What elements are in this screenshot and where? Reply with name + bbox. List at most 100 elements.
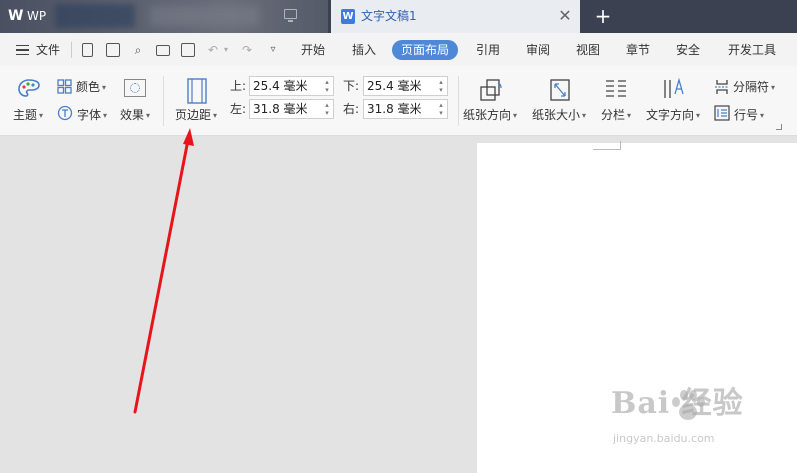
margins-label: 页边距 <box>175 108 212 122</box>
blurred-region <box>55 4 135 28</box>
palette-icon[interactable] <box>17 78 41 100</box>
watermark-brand: Bai 经验 <box>611 386 744 421</box>
new-doc-icon[interactable] <box>82 43 93 57</box>
app-name: WP <box>27 9 47 23</box>
tab-home[interactable]: 开始 <box>301 40 325 60</box>
left-margin-input[interactable]: 31.8 毫米 ▴ ▾ <box>249 99 334 119</box>
stepper-arrows-icon[interactable]: ▴ ▾ <box>437 101 445 117</box>
baidu-watermark: Bai 经验 jingyan.baidu.com <box>611 384 761 454</box>
print-icon[interactable] <box>156 45 170 56</box>
undo-icon[interactable]: ↶ <box>206 43 220 57</box>
chevron-down-icon: ▾ <box>513 111 518 120</box>
blurred-region <box>150 6 260 26</box>
breaks-button[interactable]: 分隔符 ▾ <box>733 79 775 96</box>
effects-icon[interactable] <box>124 79 146 97</box>
hamburger-menu-icon[interactable] <box>16 45 29 55</box>
line-numbers-button[interactable]: 行号 ▾ <box>734 107 764 124</box>
tab-page-layout[interactable]: 页面布局 <box>392 40 459 60</box>
color-grid-icon[interactable] <box>57 79 72 94</box>
tab-developer[interactable]: 开发工具 <box>728 40 776 60</box>
margin-corner-mark <box>593 141 621 150</box>
app-tab[interactable]: W WP <box>0 0 328 33</box>
right-margin-input[interactable]: 31.8 毫米 ▴ ▾ <box>363 99 448 119</box>
paper-size-button[interactable]: 纸张大小 ▾ <box>532 107 586 124</box>
breaks-label: 分隔符 <box>733 80 770 94</box>
orientation-button[interactable]: 纸张方向 ▾ <box>463 107 517 124</box>
divider <box>163 76 164 126</box>
watermark-url: jingyan.baidu.com <box>613 432 715 445</box>
theme-button[interactable]: 主题 ▾ <box>13 107 43 124</box>
close-tab-icon[interactable]: ✕ <box>556 6 574 26</box>
chevron-down-icon: ▾ <box>627 111 632 120</box>
new-tab-button[interactable]: + <box>592 4 614 28</box>
effects-button[interactable]: 效果 ▾ <box>120 107 150 124</box>
theme-label: 主题 <box>13 108 38 122</box>
undo-dropdown-icon[interactable]: ▾ <box>222 43 230 57</box>
tab-security[interactable]: 安全 <box>676 40 700 60</box>
right-margin-value: 31.8 毫米 <box>367 102 422 116</box>
orientation-icon[interactable] <box>478 77 504 103</box>
colors-label: 颜色 <box>76 80 101 94</box>
text-direction-icon[interactable] <box>662 76 688 102</box>
right-margin-label: 右: <box>343 102 360 116</box>
customize-toolbar-icon[interactable]: ▿ <box>266 43 280 57</box>
stepper-arrows-icon[interactable]: ▴ ▾ <box>323 78 331 94</box>
file-menu-button[interactable]: 文件 <box>36 41 60 59</box>
chevron-down-icon: ▾ <box>582 111 587 120</box>
monitor-icon[interactable] <box>284 9 297 22</box>
tab-sections[interactable]: 章节 <box>626 40 650 60</box>
chevron-down-icon: ▾ <box>760 111 765 120</box>
chevron-down-icon: ▾ <box>102 83 107 92</box>
text-direction-button[interactable]: 文字方向 ▾ <box>646 107 700 124</box>
document-tab[interactable]: W 文字文稿1 ✕ <box>331 0 580 33</box>
dialog-launcher-icon[interactable] <box>776 124 782 130</box>
line-numbers-icon[interactable] <box>714 105 730 121</box>
chevron-down-icon: ▾ <box>771 83 776 92</box>
bottom-margin-input[interactable]: 25.4 毫米 ▴ ▾ <box>363 76 448 96</box>
breaks-icon[interactable] <box>714 79 730 95</box>
tab-review[interactable]: 审阅 <box>526 40 550 60</box>
tab-insert[interactable]: 插入 <box>352 40 376 60</box>
top-margin-value: 25.4 毫米 <box>253 79 308 93</box>
tab-references[interactable]: 引用 <box>476 40 500 60</box>
fonts-button[interactable]: 字体 ▾ <box>77 107 107 124</box>
format-painter-icon[interactable]: ⌕ <box>131 43 145 57</box>
chevron-down-icon: ▾ <box>696 111 701 120</box>
writer-doc-icon: W <box>341 9 355 24</box>
chevron-down-icon: ▾ <box>39 111 44 120</box>
bottom-margin-label: 下: <box>343 79 360 93</box>
columns-icon[interactable] <box>604 78 628 100</box>
fonts-label: 字体 <box>77 108 102 122</box>
text-direction-label: 文字方向 <box>646 108 695 122</box>
line-numbers-label: 行号 <box>734 108 759 122</box>
title-bar: W WP W 文字文稿1 ✕ + <box>0 0 797 33</box>
paper-size-icon[interactable] <box>549 78 571 102</box>
tab-view[interactable]: 视图 <box>576 40 600 60</box>
redo-icon[interactable]: ↷ <box>240 43 254 57</box>
menu-bar: 文件 ⌕ ↶ ▾ ↷ ▿ 开始 插入 页面布局 引用 审阅 视图 章节 安全 开… <box>0 33 797 66</box>
margins-icon[interactable] <box>186 77 208 105</box>
print-preview-icon[interactable] <box>181 43 195 57</box>
orientation-label: 纸张方向 <box>463 108 512 122</box>
colors-button[interactable]: 颜色 ▾ <box>76 79 106 96</box>
font-icon[interactable] <box>57 105 73 121</box>
document-tab-title: 文字文稿1 <box>361 9 417 23</box>
save-icon[interactable] <box>106 43 120 57</box>
columns-label: 分栏 <box>601 108 626 122</box>
chevron-down-icon: ▾ <box>103 111 108 120</box>
margins-button[interactable]: 页边距 ▾ <box>175 107 217 124</box>
stepper-arrows-icon[interactable]: ▴ ▾ <box>323 101 331 117</box>
bottom-margin-value: 25.4 毫米 <box>367 79 422 93</box>
top-margin-input[interactable]: 25.4 毫米 ▴ ▾ <box>249 76 334 96</box>
paper-size-label: 纸张大小 <box>532 108 581 122</box>
wps-logo-icon: W <box>8 8 24 24</box>
left-margin-value: 31.8 毫米 <box>253 102 308 116</box>
stepper-arrows-icon[interactable]: ▴ ▾ <box>437 78 445 94</box>
divider <box>71 42 72 58</box>
columns-button[interactable]: 分栏 ▾ <box>601 107 631 124</box>
effects-label: 效果 <box>120 108 145 122</box>
divider <box>458 76 459 126</box>
ribbon: 主题 ▾ 颜色 ▾ 字体 ▾ 效果 ▾ 页边距 ▾ 上: 25.4 毫米 ▴ ▾ 下: 25.… <box>0 66 797 136</box>
chevron-down-icon: ▾ <box>146 111 151 120</box>
chevron-down-icon: ▾ <box>213 111 218 120</box>
